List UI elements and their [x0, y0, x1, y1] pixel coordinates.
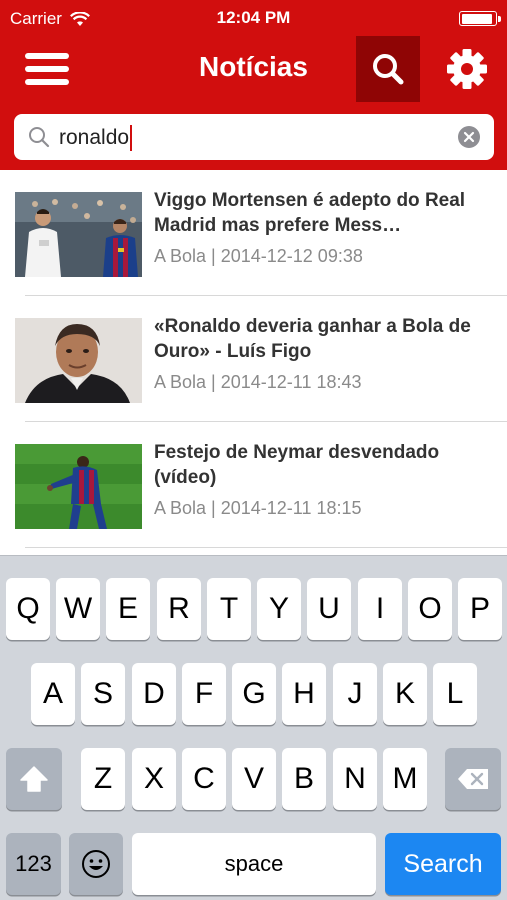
page-title: Notícias — [199, 51, 308, 82]
text-caret — [130, 125, 133, 151]
key-s[interactable]: S — [81, 663, 125, 725]
delete-key[interactable] — [445, 748, 501, 810]
keyboard: Q W E R T Y U I O P A S D F G H J K L Z … — [0, 555, 507, 900]
navigation-bar: Notícias — [0, 36, 507, 102]
status-bar: Carrier 12:04 PM — [0, 0, 507, 36]
search-return-key[interactable]: Search — [385, 833, 501, 895]
status-time: 12:04 PM — [216, 8, 291, 27]
search-input[interactable]: ronaldo — [14, 114, 494, 160]
article-headline: Viggo Mortensen é adepto do Real Madrid … — [154, 190, 466, 236]
article-date: 2014-12-11 18:43 — [220, 372, 362, 392]
search-bar: ronaldo — [0, 102, 507, 170]
article-headline: Festejo de Neymar desvendado (vídeo) — [154, 442, 440, 488]
key-g[interactable]: G — [232, 663, 276, 725]
article-date: 2014-12-11 18:15 — [220, 498, 362, 518]
hamburger-line — [25, 66, 69, 72]
article-source: A Bola — [154, 246, 207, 266]
numbers-key[interactable]: 123 — [6, 833, 61, 895]
clear-icon — [463, 131, 475, 143]
key-b[interactable]: B — [282, 748, 326, 810]
key-u[interactable]: U — [307, 578, 351, 640]
battery-icon — [459, 11, 501, 26]
article-date: 2014-12-12 09:38 — [220, 246, 363, 266]
key-v[interactable]: V — [232, 748, 276, 810]
space-key[interactable]: space — [132, 833, 376, 895]
key-q[interactable]: Q — [6, 578, 50, 640]
key-d[interactable]: D — [132, 663, 176, 725]
hamburger-menu-icon — [25, 53, 69, 59]
gear-icon — [447, 49, 487, 89]
article-meta: A Bola | 2014-12-11 18:15 — [154, 498, 362, 518]
magnifier-icon — [29, 127, 50, 148]
search-icon — [373, 54, 404, 85]
clear-search-button[interactable] — [458, 126, 480, 148]
divider — [25, 547, 507, 548]
key-z[interactable]: Z — [81, 748, 125, 810]
key-j[interactable]: J — [333, 663, 377, 725]
article-meta: A Bola | 2014-12-12 09:38 — [154, 246, 363, 266]
article-item[interactable]: Viggo Mortensen é adepto do Real Madrid … — [0, 170, 507, 296]
key-w[interactable]: W — [56, 578, 100, 640]
hamburger-line — [25, 79, 69, 85]
battery-fill — [461, 13, 492, 24]
article-thumbnail — [15, 444, 142, 529]
key-k[interactable]: K — [383, 663, 427, 725]
shift-key[interactable] — [6, 748, 62, 810]
article-source: A Bola — [154, 372, 207, 392]
article-thumbnail — [15, 192, 142, 277]
key-a[interactable]: A — [31, 663, 75, 725]
key-i[interactable]: I — [358, 578, 402, 640]
key-m[interactable]: M — [383, 748, 427, 810]
article-meta: A Bola | 2014-12-11 18:43 — [154, 372, 362, 392]
key-r[interactable]: R — [157, 578, 201, 640]
key-t[interactable]: T — [207, 578, 251, 640]
shift-arrow-icon — [20, 766, 48, 792]
key-e[interactable]: E — [106, 578, 150, 640]
article-headline: «Ronaldo deveria ganhar a Bola de Ouro» … — [154, 316, 471, 362]
key-f[interactable]: F — [182, 663, 226, 725]
key-x[interactable]: X — [132, 748, 176, 810]
search-query-text: ronaldo — [59, 126, 130, 149]
key-h[interactable]: H — [282, 663, 326, 725]
search-button[interactable] — [356, 36, 420, 102]
backspace-icon — [458, 769, 488, 789]
article-list: Viggo Mortensen é adepto do Real Madrid … — [0, 170, 507, 555]
article-item[interactable]: «Ronaldo deveria ganhar a Bola de Ouro» … — [0, 296, 507, 422]
key-c[interactable]: C — [182, 748, 226, 810]
key-p[interactable]: P — [458, 578, 502, 640]
search-query-wrap: ronaldo — [59, 125, 133, 151]
settings-button[interactable] — [438, 47, 496, 91]
key-l[interactable]: L — [433, 663, 477, 725]
article-item[interactable]: Festejo de Neymar desvendado (vídeo) A B… — [0, 422, 507, 548]
article-thumbnail — [15, 318, 142, 403]
emoji-key[interactable] — [69, 833, 123, 895]
key-n[interactable]: N — [333, 748, 377, 810]
article-source: A Bola — [154, 498, 207, 518]
key-y[interactable]: Y — [257, 578, 301, 640]
key-o[interactable]: O — [408, 578, 452, 640]
emoji-icon — [82, 850, 110, 878]
menu-button[interactable] — [25, 53, 69, 85]
